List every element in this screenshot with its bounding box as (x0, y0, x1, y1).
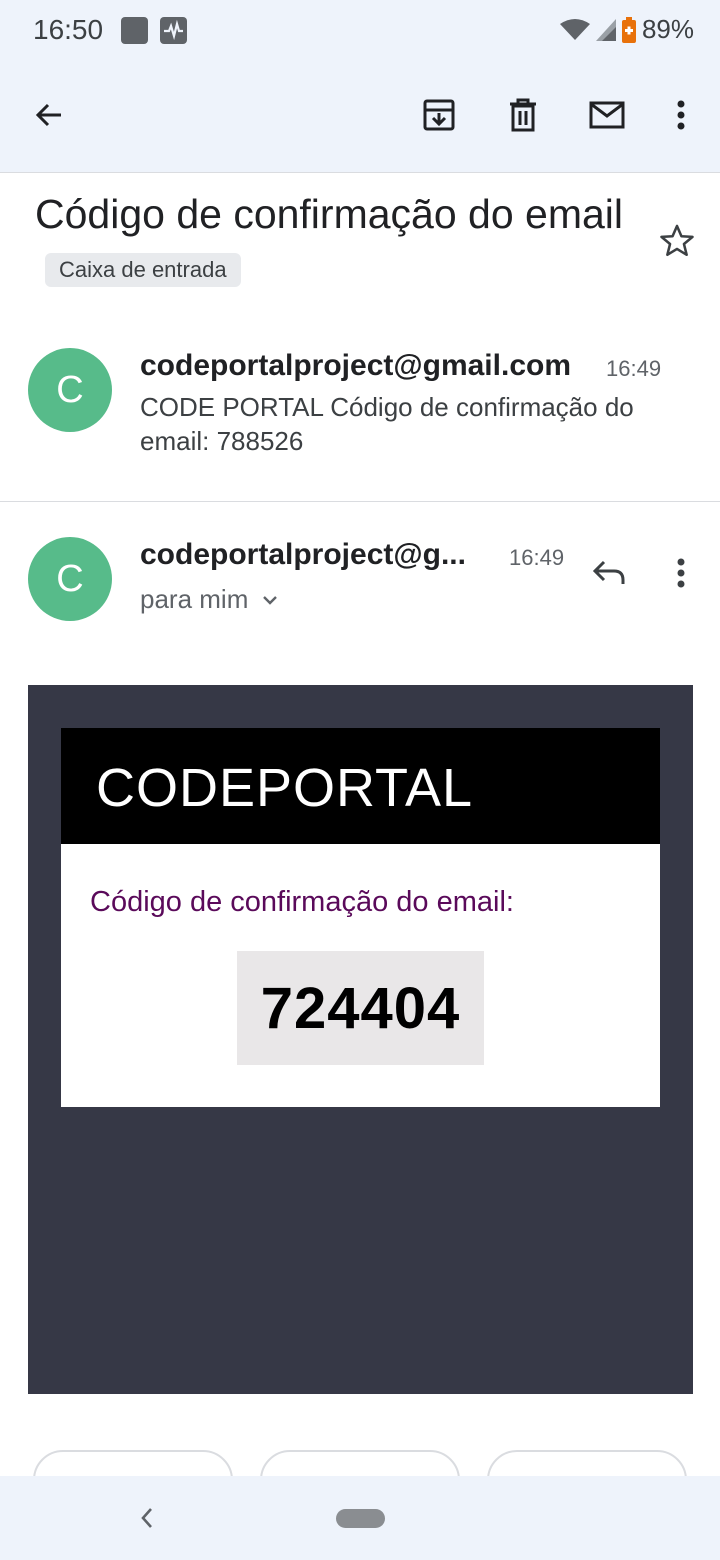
recipient-toggle[interactable]: para mim (140, 584, 278, 615)
message-time: 16:49 (606, 356, 662, 381)
activity-icon (160, 17, 187, 44)
reply-icon (592, 560, 625, 584)
back-arrow-icon (35, 103, 61, 127)
mail-icon (589, 101, 625, 129)
wifi-icon (559, 18, 590, 40)
back-button[interactable] (28, 94, 70, 136)
message-time: 16:49 (509, 545, 565, 570)
status-indicators: 89% (559, 14, 694, 45)
message-more-button[interactable] (660, 552, 702, 594)
status-time: 16:50 (33, 14, 104, 45)
chevron-down-icon (263, 595, 278, 605)
message-snippet: CODE PORTAL Código de confirmação do ema… (140, 392, 634, 456)
star-icon (660, 224, 694, 257)
confirmation-code-box: 724404 (237, 951, 484, 1065)
battery-level: 89% (641, 14, 694, 44)
delete-icon (510, 98, 536, 132)
reply-button[interactable] (588, 552, 630, 594)
more-vert-icon (677, 100, 685, 130)
sender-email: codeportalproject@g... (140, 538, 466, 571)
star-button[interactable] (658, 222, 696, 265)
sender-avatar[interactable]: C (28, 348, 112, 432)
divider (0, 172, 720, 173)
sender-email: codeportalproject@gmail.com (140, 349, 572, 382)
confirmation-code: 724404 (260, 975, 461, 1041)
battery-icon (621, 16, 636, 43)
divider (0, 501, 720, 502)
delete-button[interactable] (502, 94, 544, 136)
archive-icon (423, 99, 455, 131)
system-back-button[interactable] (138, 1505, 156, 1536)
app-bar (0, 62, 720, 172)
archive-button[interactable] (418, 94, 460, 136)
subject-text: Código de confirmação do email (35, 191, 623, 237)
sender-avatar[interactable]: C (28, 537, 112, 621)
chevron-left-icon (141, 1508, 152, 1528)
status-bar: 16:50 89% (0, 0, 720, 62)
code-heading: Código de confirmação do email: (90, 886, 514, 918)
mark-unread-button[interactable] (586, 94, 628, 136)
system-home-button[interactable] (336, 1509, 385, 1528)
brand-logo-text: CODEPORTAL (96, 758, 474, 818)
more-vert-icon (677, 558, 685, 588)
more-options-button[interactable] (660, 94, 702, 136)
subject: Código de confirmação do email Caixa de … (35, 186, 635, 300)
inbox-label-chip[interactable]: Caixa de entrada (45, 253, 241, 287)
notification-app-icon (121, 17, 148, 44)
recipient-label: para mim (140, 584, 249, 614)
signal-icon (595, 18, 616, 41)
